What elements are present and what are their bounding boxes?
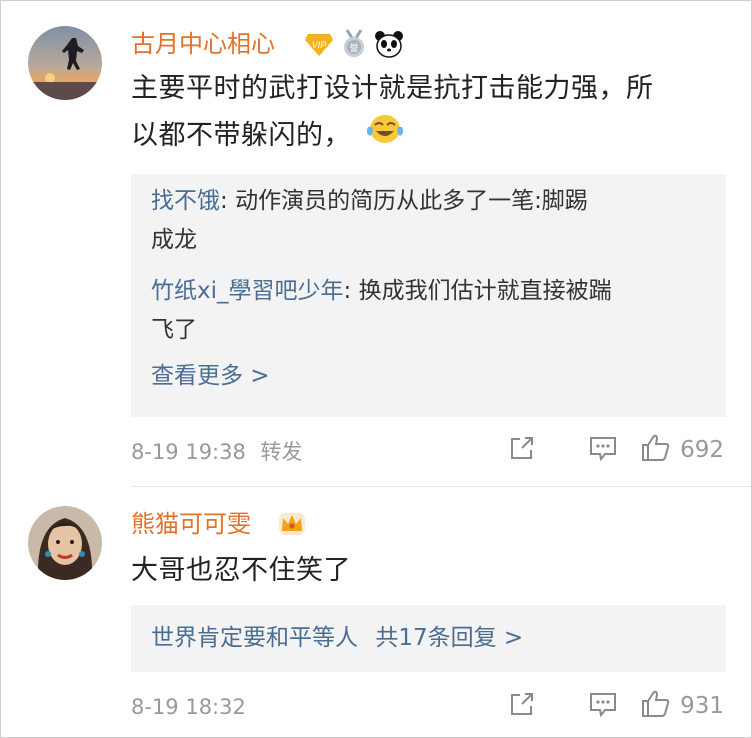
reply-summary-box[interactable]: 世界肯定要和平等人 共17条回复 > (131, 605, 726, 672)
timestamp: 8-19 19:38 (131, 440, 246, 464)
svg-text:VIP: VIP (312, 40, 327, 50)
divider (131, 486, 751, 487)
avatar[interactable] (28, 506, 102, 580)
like-thumb-icon[interactable] (640, 689, 672, 723)
forward-text-link[interactable]: 转发 (261, 440, 303, 464)
like-count: 931 (680, 693, 724, 719)
laugh-cry-emoji (365, 111, 405, 161)
reply-separator: : (343, 278, 359, 304)
comment-icon[interactable] (588, 690, 618, 722)
avatar-portrait-image (28, 506, 102, 580)
avatar-sunset-image (28, 26, 102, 100)
avatar[interactable] (28, 26, 102, 100)
reply-count-link[interactable]: 共17条回复 > (375, 625, 523, 651)
reply-text-cont: 成龙 (151, 227, 197, 253)
svg-text:誉: 誉 (349, 42, 358, 53)
vip-diamond-icon[interactable]: VIP (304, 30, 334, 62)
comment-actions: 692 (508, 433, 724, 467)
share-icon[interactable] (508, 690, 536, 722)
comment-text: 主要平时的武打设计就是抗打击能力强，所 以都不带躲闪的， (131, 67, 654, 161)
comment-meta: 8-19 19:38 转发 (131, 437, 303, 467)
reply-separator: : (220, 188, 236, 214)
view-more-link[interactable]: 查看更多 > (131, 358, 726, 394)
medal-icon[interactable]: 誉 (340, 29, 368, 63)
reply-text-cont: 飞了 (151, 317, 197, 343)
panda-icon[interactable] (374, 30, 404, 62)
like-count: 692 (680, 437, 724, 463)
comment-actions: 931 (508, 689, 724, 723)
username[interactable]: 古月中心相心 (131, 29, 275, 59)
reply-text: 动作演员的简历从此多了一笔:脚踢 (235, 188, 588, 214)
reply-summary-names[interactable]: 世界肯定要和平等人 (151, 625, 358, 651)
crown-icon[interactable] (277, 509, 307, 541)
comment-icon[interactable] (588, 434, 618, 466)
reply-item[interactable]: 竹纸xi_學習吧少年: 换成我们估计就直接被踹 飞了 (131, 272, 726, 350)
reply-box: 找不饿: 动作演员的简历从此多了一笔:脚踢 成龙 竹纸xi_學習吧少年: 换成我… (131, 174, 726, 417)
timestamp: 8-19 18:32 (131, 695, 246, 719)
user-badges (277, 509, 307, 541)
username[interactable]: 熊猫可可雯 (131, 509, 251, 539)
reply-username[interactable]: 找不饿 (151, 188, 220, 214)
reply-item[interactable]: 找不饿: 动作演员的简历从此多了一笔:脚踢 成龙 (131, 182, 726, 260)
comment-meta: 8-19 18:32 (131, 692, 246, 722)
reply-summary[interactable]: 世界肯定要和平等人 共17条回复 > (131, 605, 726, 672)
comment-text: 大哥也忍不住笑了 (131, 555, 351, 586)
reply-username[interactable]: 竹纸xi_學習吧少年 (151, 278, 344, 304)
like-thumb-icon[interactable] (640, 433, 672, 467)
reply-text: 换成我们估计就直接被踹 (358, 278, 612, 304)
user-badges: VIP 誉 (304, 29, 404, 63)
share-icon[interactable] (508, 434, 536, 466)
